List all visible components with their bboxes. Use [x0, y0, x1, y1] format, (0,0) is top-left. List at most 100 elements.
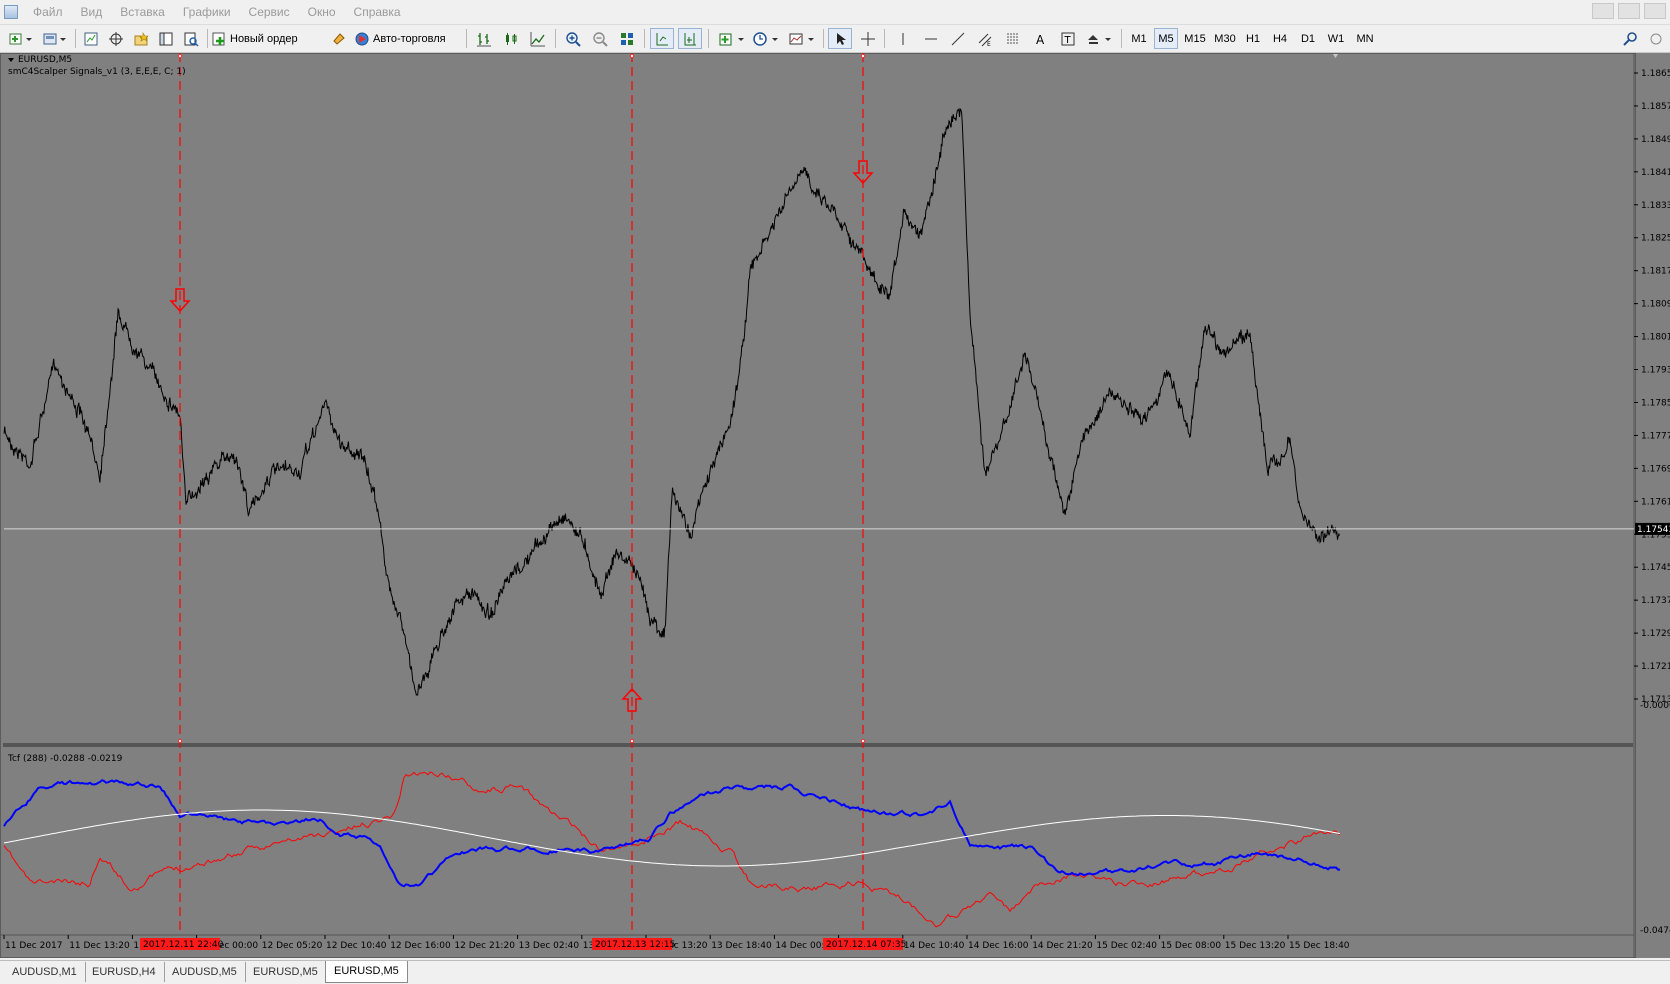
market-watch-icon[interactable] — [79, 28, 103, 49]
timeframe-h4[interactable]: H4 — [1268, 28, 1292, 49]
tcf-red-line — [3, 771, 1341, 928]
close-button[interactable] — [1644, 3, 1666, 19]
timeframe-m5[interactable]: M5 — [1154, 28, 1178, 49]
price-tick-label: 1.18650 — [1641, 69, 1670, 79]
timeframe-w1[interactable]: W1 — [1324, 28, 1348, 49]
timeframe-m30[interactable]: M30 — [1211, 28, 1239, 49]
time-tick-label: 13 Dec 18:40 — [711, 941, 772, 951]
window-controls — [1592, 3, 1666, 19]
menu-insert[interactable]: Вставка — [111, 5, 174, 19]
candlestick-icon[interactable] — [499, 28, 523, 49]
minimize-button[interactable] — [1592, 3, 1614, 19]
terminal-icon[interactable] — [154, 28, 178, 49]
timeframe-d1[interactable]: D1 — [1296, 28, 1320, 49]
symbol-label: EURUSD,M5 — [18, 55, 72, 65]
chart-shift-icon[interactable] — [678, 28, 702, 49]
tab-audusd-m1[interactable]: AUDUSD,M1 — [4, 962, 86, 982]
timeframe-m15[interactable]: M15 — [1181, 28, 1209, 49]
sub-tick-label: -0.0474 — [1640, 926, 1670, 936]
svg-text:A: A — [1036, 33, 1045, 47]
periods-icon[interactable] — [750, 28, 782, 49]
community-icon[interactable] — [1644, 28, 1668, 49]
tcf-blue-line — [3, 779, 1341, 888]
price-line — [3, 107, 1341, 696]
tcf-smooth-line — [3, 809, 1341, 867]
auto-trading-icon — [355, 32, 369, 45]
price-tick-label: 1.17850 — [1641, 398, 1670, 408]
price-tick-label: 1.17450 — [1641, 563, 1670, 573]
price-tick-label: 1.17610 — [1641, 497, 1670, 507]
trendline-icon[interactable] — [946, 28, 970, 49]
shift-marker-icon[interactable] — [1333, 54, 1338, 58]
indicator-label: smC4Scalper Signals_v1 (3, E,E,E, C; 1) — [8, 67, 186, 77]
time-tick-label: 14 Dec 16:00 — [968, 941, 1029, 951]
metaeditor-icon[interactable] — [327, 28, 351, 49]
price-tick-label: 1.18490 — [1641, 135, 1670, 145]
indicators-icon[interactable] — [716, 28, 748, 49]
collapse-arrow-icon[interactable] — [8, 58, 14, 62]
horizontal-line-icon[interactable] — [919, 28, 943, 49]
crosshair-icon[interactable] — [856, 28, 880, 49]
time-marker-label: 2017.12.11 22:40 — [143, 940, 224, 950]
menu-view[interactable]: Вид — [72, 5, 112, 19]
app-icon[interactable] — [4, 5, 18, 19]
price-tick-label: 1.18170 — [1641, 267, 1670, 277]
restore-button[interactable] — [1618, 3, 1640, 19]
subwindow-separator[interactable] — [3, 743, 1633, 747]
menu-charts[interactable]: Графики — [174, 5, 240, 19]
price-axis: 1.18650 1.18570 1.18490 1.18410 1.18330 1.182… — [1634, 69, 1670, 705]
line-chart-icon[interactable] — [526, 28, 550, 49]
bar-chart-icon[interactable] — [472, 28, 496, 49]
menu-help[interactable]: Справка — [345, 5, 410, 19]
price-tick-label: 1.17770 — [1641, 431, 1670, 441]
templates-icon[interactable] — [786, 28, 818, 49]
menu-window[interactable]: Окно — [299, 5, 345, 19]
line-handle — [177, 738, 183, 744]
menu-tools[interactable]: Сервис — [240, 5, 299, 19]
equidistant-channel-icon[interactable]: E — [973, 28, 997, 49]
tile-windows-icon[interactable] — [615, 28, 639, 49]
tab-eurusd-h4[interactable]: EURUSD,H4 — [84, 962, 165, 982]
zoom-in-icon[interactable] — [561, 28, 585, 49]
timeframe-h1[interactable]: H1 — [1241, 28, 1265, 49]
time-tick-label: 15 Dec 13:20 — [1225, 941, 1286, 951]
search-icon[interactable] — [1618, 28, 1642, 49]
time-marker-label: 2017.12.14 07:35 — [826, 940, 906, 950]
line-handle — [860, 738, 866, 744]
strategy-tester-icon[interactable] — [179, 28, 203, 49]
tab-eurusd-m5-b[interactable]: EURUSD,M5 — [325, 961, 408, 983]
profiles-icon[interactable] — [40, 28, 70, 49]
price-tick-label: 1.18570 — [1641, 102, 1670, 112]
time-tick-label: 12 Dec 21:20 — [454, 941, 515, 951]
navigator-icon[interactable] — [104, 28, 128, 49]
price-tick-label: 1.18250 — [1641, 234, 1670, 244]
price-tick-label: 1.18010 — [1641, 333, 1670, 343]
tab-eurusd-m5-a[interactable]: EURUSD,M5 — [245, 962, 327, 982]
price-tick-label: 1.17690 — [1641, 464, 1670, 474]
fibonacci-icon[interactable] — [1001, 28, 1025, 49]
new-chart-icon[interactable] — [6, 28, 36, 49]
price-tick-label: 1.18090 — [1641, 300, 1670, 310]
text-label-icon[interactable]: T — [1056, 28, 1080, 49]
price-tick-label: 1.17930 — [1641, 366, 1670, 376]
tab-audusd-m5[interactable]: AUDUSD,M5 — [164, 962, 246, 982]
price-series — [3, 107, 1341, 696]
sub-axis: -0.0006 -0.0474 — [1640, 701, 1670, 936]
price-tick-label: 1.17290 — [1641, 629, 1670, 639]
data-window-icon[interactable] — [129, 28, 153, 49]
vertical-line-icon[interactable] — [891, 28, 915, 49]
menu-file[interactable]: Файл — [24, 5, 72, 19]
cursor-icon[interactable] — [828, 28, 852, 49]
chart-canvas[interactable]: 1.18650 1.18570 1.18490 1.18410 1.18330 1.182… — [0, 53, 1670, 958]
zoom-out-icon[interactable] — [588, 28, 612, 49]
auto-scroll-icon[interactable] — [650, 28, 674, 49]
timeframe-mn[interactable]: MN — [1352, 28, 1378, 49]
text-icon[interactable]: A — [1029, 28, 1053, 49]
timeframe-m1[interactable]: M1 — [1127, 28, 1151, 49]
auto-trading-button[interactable]: Авто-торговля — [354, 28, 460, 49]
new-order-button[interactable]: Новый ордер — [211, 28, 325, 49]
time-tick-label: 13 Dec 02:40 — [519, 941, 580, 951]
line-handle — [860, 53, 866, 59]
arrows-icon[interactable] — [1083, 28, 1115, 49]
time-tick-label: 12 Dec 16:00 — [390, 941, 451, 951]
